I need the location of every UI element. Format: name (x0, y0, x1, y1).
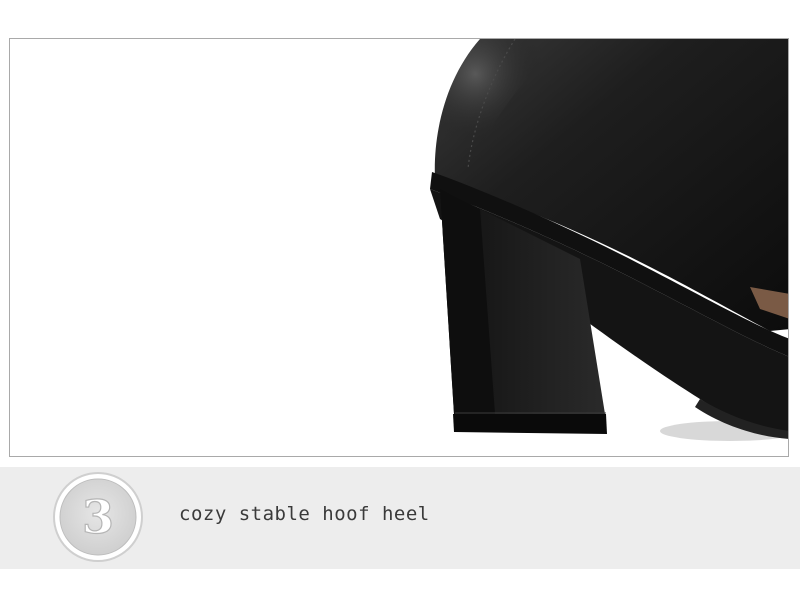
feature-number: 3 (82, 490, 114, 544)
heel-tip (453, 414, 607, 434)
feature-number-badge: 3 (53, 472, 143, 562)
block-heel-shoe-image (430, 39, 788, 441)
product-photo-frame (9, 38, 789, 457)
feature-caption: cozy stable hoof heel (179, 503, 430, 525)
